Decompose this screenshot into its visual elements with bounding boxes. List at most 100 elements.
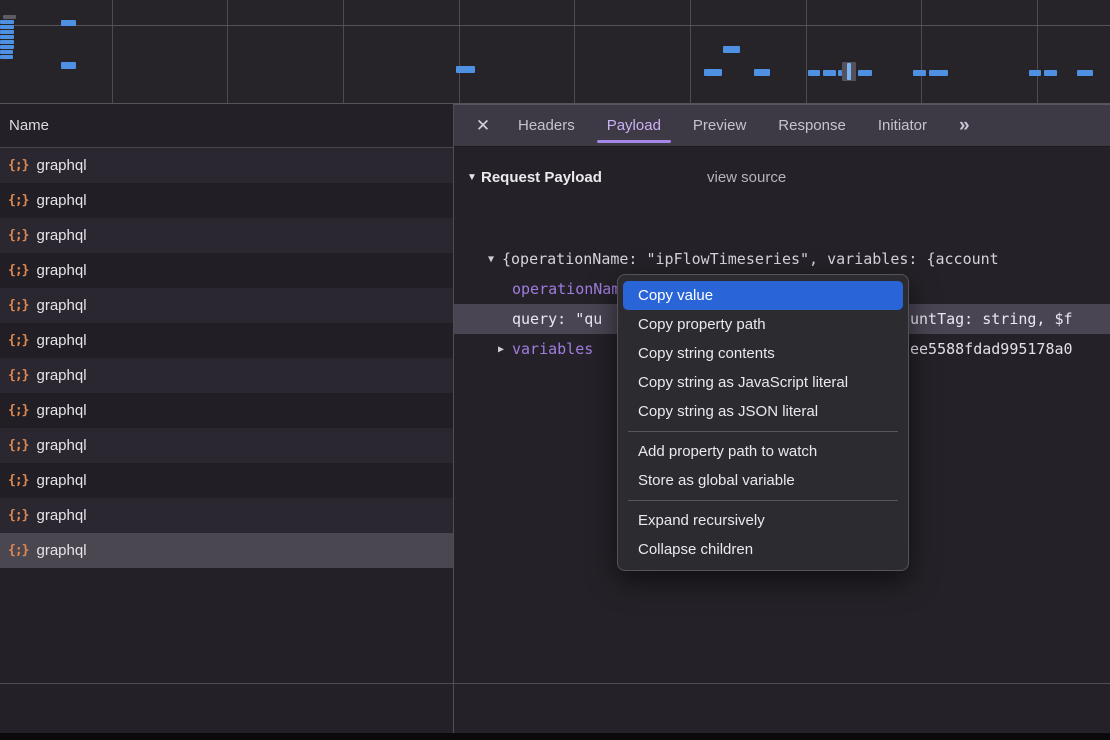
request-row[interactable]: {;} graphql <box>0 463 453 498</box>
json-resource-icon: {;} <box>8 333 28 348</box>
request-timing-bar <box>0 50 13 54</box>
request-name: graphql <box>36 157 86 174</box>
network-request-panel: Name {;}graphql{;}graphql{;}graphql{;}gr… <box>0 104 454 740</box>
payload-preview-text: {operationName: "ipFlowTimeseries", vari… <box>502 250 999 268</box>
query-text-right: untTag: string, $f <box>910 310 1073 328</box>
request-timing-bar <box>0 20 14 24</box>
menu-item-store-as-global-variable[interactable]: Store as global variable <box>623 466 903 495</box>
property-key: operationName <box>512 280 629 298</box>
overview-gridline <box>227 0 228 103</box>
detail-tab-bar: ✕ HeadersPayloadPreviewResponseInitiator… <box>454 104 1110 147</box>
payload-root-row[interactable]: ▼ {operationName: "ipFlowTimeseries", va… <box>454 244 1110 274</box>
request-timing-bar <box>0 35 14 39</box>
menu-separator <box>628 431 898 432</box>
request-name: graphql <box>36 297 86 314</box>
request-list: {;} graphql {;} graphql {;} graphql {;} graphql… <box>0 148 453 568</box>
tab-initiator[interactable]: Initiator <box>862 105 943 146</box>
overview-gridline <box>112 0 113 103</box>
request-name: graphql <box>36 437 86 454</box>
menu-item-add-property-path-to-watch[interactable]: Add property path to watch <box>623 437 903 466</box>
request-timing-bar <box>847 63 851 80</box>
request-name: graphql <box>36 367 86 384</box>
overview-gridline <box>0 25 1110 26</box>
request-timing-bar <box>929 70 948 76</box>
request-name: graphql <box>36 227 86 244</box>
tab-payload[interactable]: Payload <box>591 105 677 146</box>
menu-item-copy-string-as-javascript-literal[interactable]: Copy string as JavaScript literal <box>623 368 903 397</box>
menu-item-expand-recursively[interactable]: Expand recursively <box>623 506 903 535</box>
request-row[interactable]: {;} graphql <box>0 498 453 533</box>
request-timing-bar <box>0 40 14 44</box>
more-tabs-icon[interactable]: » <box>947 105 980 146</box>
request-row[interactable]: {;}graphql <box>0 393 453 428</box>
request-row[interactable]: {;} graphql <box>0 288 453 323</box>
request-timing-bar <box>704 69 722 76</box>
json-resource-icon: {;} <box>8 473 28 488</box>
json-resource-icon: {;} <box>8 508 28 523</box>
request-payload-section: ▼ Request Payload view source <box>454 162 1110 192</box>
request-timing-bar <box>61 62 76 69</box>
json-resource-icon: {;} <box>8 368 28 383</box>
json-resource-icon: {;} <box>8 263 28 278</box>
disclosure-open-icon[interactable]: ▼ <box>480 254 502 265</box>
request-timing-bar <box>808 70 820 76</box>
context-menu: Copy valueCopy property pathCopy string … <box>617 274 909 571</box>
request-timing-bar <box>1044 70 1057 76</box>
menu-item-copy-string-as-json-literal[interactable]: Copy string as JSON literal <box>623 397 903 426</box>
menu-item-copy-value[interactable]: Copy value <box>623 281 903 310</box>
request-timing-bar <box>3 15 16 19</box>
disclosure-closed-icon[interactable]: ▶ <box>490 344 512 355</box>
overview-gridline <box>459 0 460 103</box>
network-overview-timeline[interactable] <box>0 0 1110 104</box>
footer-divider <box>0 683 1110 684</box>
menu-item-collapse-children[interactable]: Collapse children <box>623 535 903 564</box>
menu-item-copy-string-contents[interactable]: Copy string contents <box>623 339 903 368</box>
section-disclosure-icon[interactable]: ▼ <box>454 172 481 183</box>
request-timing-bar <box>754 69 770 76</box>
variables-text-right: ee5588fdad995178a0 <box>910 340 1073 358</box>
request-name: graphql <box>36 192 86 209</box>
tab-preview[interactable]: Preview <box>677 105 762 146</box>
request-row[interactable]: {;}graphql <box>0 428 453 463</box>
json-resource-icon: {;} <box>8 298 28 313</box>
request-name: graphql <box>36 332 86 349</box>
request-row[interactable]: {;} graphql <box>0 533 453 568</box>
request-timing-bar <box>823 70 836 76</box>
tab-headers[interactable]: Headers <box>502 105 591 146</box>
json-resource-icon: {;} <box>8 228 28 243</box>
request-name: graphql <box>36 472 86 489</box>
menu-separator <box>628 500 898 501</box>
property-key: variables <box>512 340 593 358</box>
close-icon[interactable]: ✕ <box>464 105 502 146</box>
query-text-left: query: "qu <box>512 310 602 328</box>
request-row[interactable]: {;} graphql <box>0 323 453 358</box>
request-timing-bar <box>0 55 13 59</box>
request-row[interactable]: {;} graphql <box>0 358 453 393</box>
request-row[interactable]: {;}graphql <box>0 148 453 183</box>
request-timing-bar <box>858 70 872 76</box>
request-timing-bar <box>1077 70 1093 76</box>
request-timing-bar <box>723 46 740 53</box>
request-row[interactable]: {;} graphql <box>0 218 453 253</box>
json-resource-icon: {;} <box>8 193 28 208</box>
request-row[interactable]: {;}graphql <box>0 253 453 288</box>
request-row[interactable]: {;} graphql <box>0 183 453 218</box>
overview-gridline <box>921 0 922 103</box>
menu-item-copy-property-path[interactable]: Copy property path <box>623 310 903 339</box>
section-title: Request Payload <box>481 169 602 186</box>
request-timing-bar <box>0 45 14 49</box>
overview-gridline <box>690 0 691 103</box>
name-column-header[interactable]: Name <box>0 104 453 148</box>
request-timing-bar <box>456 66 475 73</box>
json-resource-icon: {;} <box>8 543 28 558</box>
request-timing-bar <box>61 20 76 26</box>
tab-response[interactable]: Response <box>762 105 862 146</box>
window-bottom-edge <box>0 733 1110 740</box>
json-resource-icon: {;} <box>8 403 28 418</box>
request-name: graphql <box>36 507 86 524</box>
view-source-link[interactable]: view source <box>707 169 786 186</box>
overview-gridline <box>343 0 344 103</box>
request-timing-bar <box>1029 70 1041 76</box>
request-name: graphql <box>36 542 86 559</box>
request-timing-bar <box>0 25 14 29</box>
